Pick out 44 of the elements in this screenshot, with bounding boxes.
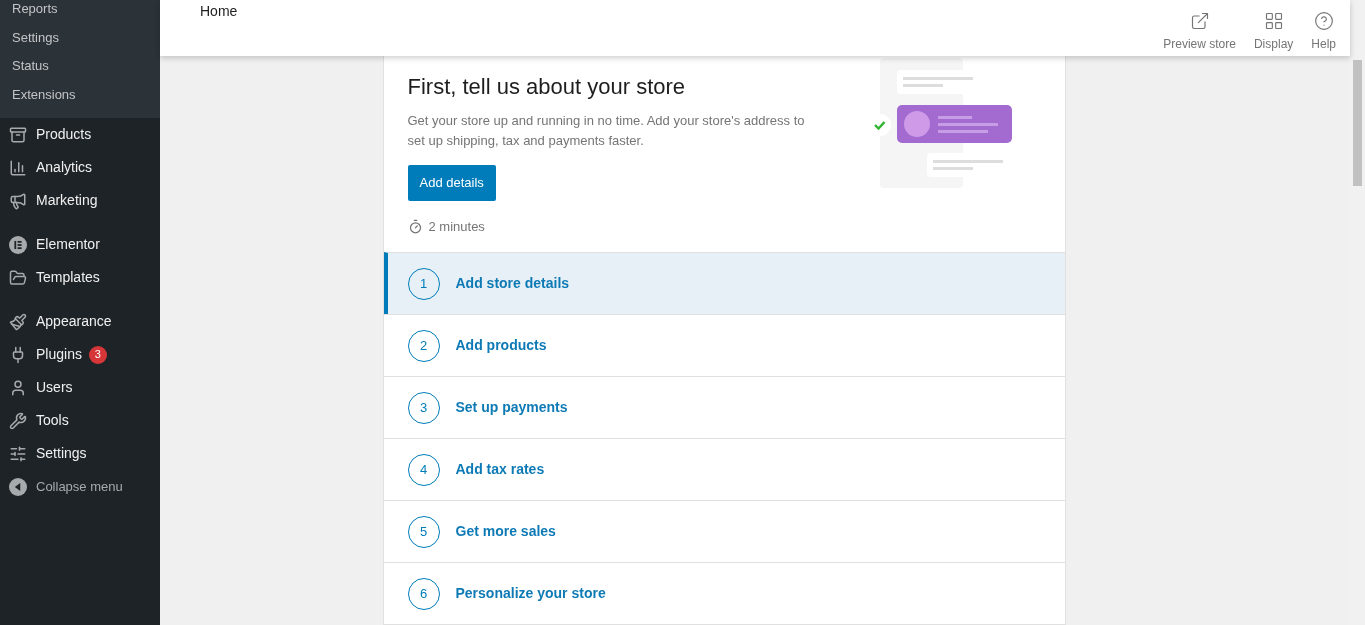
add-details-button[interactable]: Add details xyxy=(407,164,496,201)
user-icon xyxy=(9,378,27,397)
header-action-button[interactable]: Preview store xyxy=(1163,11,1236,53)
submenu-item[interactable]: Status xyxy=(0,59,160,88)
header-action-button[interactable]: Help xyxy=(1311,11,1336,53)
sidebar-item[interactable]: Settings xyxy=(0,437,160,470)
paintbrush-icon xyxy=(9,312,27,331)
sidebar-item[interactable]: Products xyxy=(0,118,160,151)
elementor-icon xyxy=(9,235,27,254)
sidebar-item[interactable]: Marketing xyxy=(0,184,160,217)
card-title: First, tell us about your store xyxy=(407,73,687,100)
step-label: Set up payments xyxy=(455,398,568,417)
card-description: Get your store up and running in no time. Add your store's address to set up shipping, tax and payments faster. xyxy=(407,111,806,150)
header-action-button[interactable]: Display xyxy=(1253,11,1294,53)
external-link-icon xyxy=(1189,11,1210,31)
submenu-item[interactable]: Reports xyxy=(0,2,160,31)
sidebar-item[interactable]: Analytics xyxy=(0,151,160,184)
count-badge: 3 xyxy=(88,345,107,364)
step-label: Personalize your store xyxy=(455,584,606,603)
time-estimate: 2 minutes xyxy=(428,217,485,236)
submenu-item[interactable]: Settings xyxy=(0,30,160,59)
step-label: Get more sales xyxy=(455,522,556,541)
step-label: Add products xyxy=(455,336,547,355)
sidebar-item[interactable]: Users xyxy=(0,371,160,404)
sidebar-item[interactable]: Templates xyxy=(0,261,160,294)
sidebar-item[interactable]: Appearance xyxy=(0,305,160,338)
sidebar-item[interactable]: Plugins 3 xyxy=(0,338,160,371)
sliders-icon xyxy=(9,444,27,463)
stopwatch-icon xyxy=(407,218,423,234)
megaphone-icon xyxy=(9,191,27,210)
sidebar-item[interactable]: Tools xyxy=(0,404,160,437)
step-label: Add tax rates xyxy=(455,460,545,479)
step-label: Add store details xyxy=(455,274,570,293)
help-icon xyxy=(1313,11,1334,31)
bar-chart-icon xyxy=(9,158,27,177)
layout-grid-icon xyxy=(1263,11,1284,31)
sidebar-item[interactable]: Elementor xyxy=(0,228,160,261)
setup-step[interactable]: 1 Add store details xyxy=(383,252,1065,314)
box-icon xyxy=(9,125,27,144)
wrench-icon xyxy=(9,411,27,430)
submenu-item[interactable]: Extensions xyxy=(0,87,160,116)
page-title: Home xyxy=(200,2,238,21)
folder-icon xyxy=(9,268,27,287)
collapse-menu-button[interactable]: Collapse menu xyxy=(0,470,160,504)
